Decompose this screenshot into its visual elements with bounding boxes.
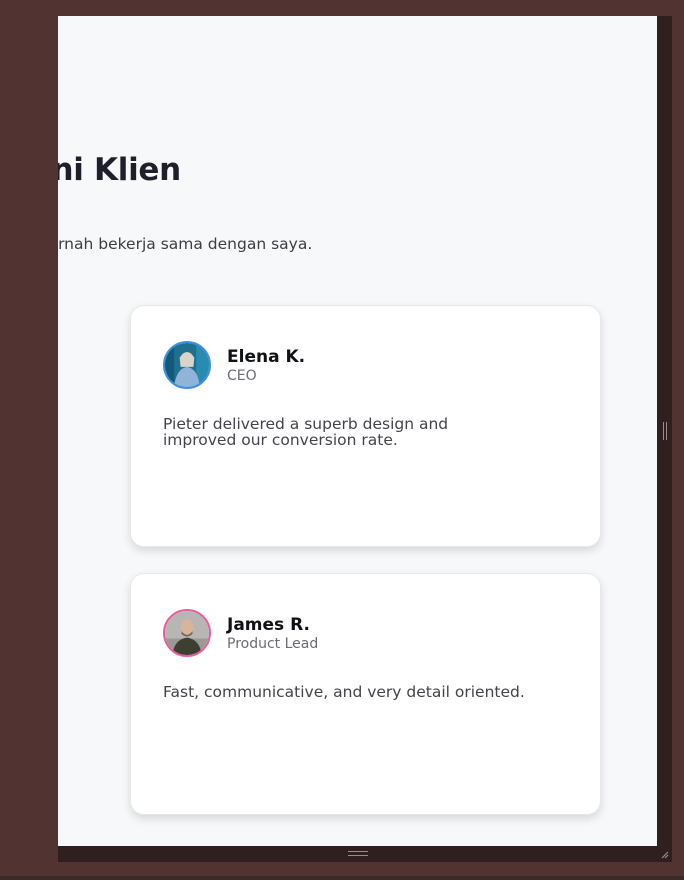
bottom-edge	[0, 876, 684, 880]
avatar	[163, 609, 211, 657]
testimonial-name: James R.	[227, 615, 310, 635]
testimonial-quote: Pieter delivered a superb design and imp…	[163, 415, 449, 449]
corner-resize-grip-icon[interactable]	[659, 849, 669, 859]
section-title: Testimoni Klien	[58, 152, 181, 188]
section-subtitle: Apa kata klien yang pernah bekerja sama …	[58, 235, 313, 253]
preview-frame: Testimoni Klien Apa kata klien yang pern…	[58, 16, 672, 862]
testimonial-role: Product Lead	[227, 636, 319, 652]
page-viewport: Testimoni Klien Apa kata klien yang pern…	[58, 16, 657, 846]
testimonial-card: Elena K. CEO Pieter delivered a superb d…	[130, 305, 601, 547]
testimonial-card: James R. Product Lead Fast, communicativ…	[130, 573, 601, 815]
horizontal-resize-handle[interactable]	[348, 851, 368, 856]
avatar-photo-icon	[165, 343, 209, 387]
testimonial-role: CEO	[227, 368, 257, 384]
vertical-resize-handle[interactable]	[663, 422, 667, 440]
testimonial-name: Elena K.	[227, 347, 306, 367]
avatar-photo-icon	[165, 611, 209, 655]
testimonial-quote: Fast, communicative, and very detail ori…	[163, 683, 525, 701]
avatar	[163, 341, 211, 389]
